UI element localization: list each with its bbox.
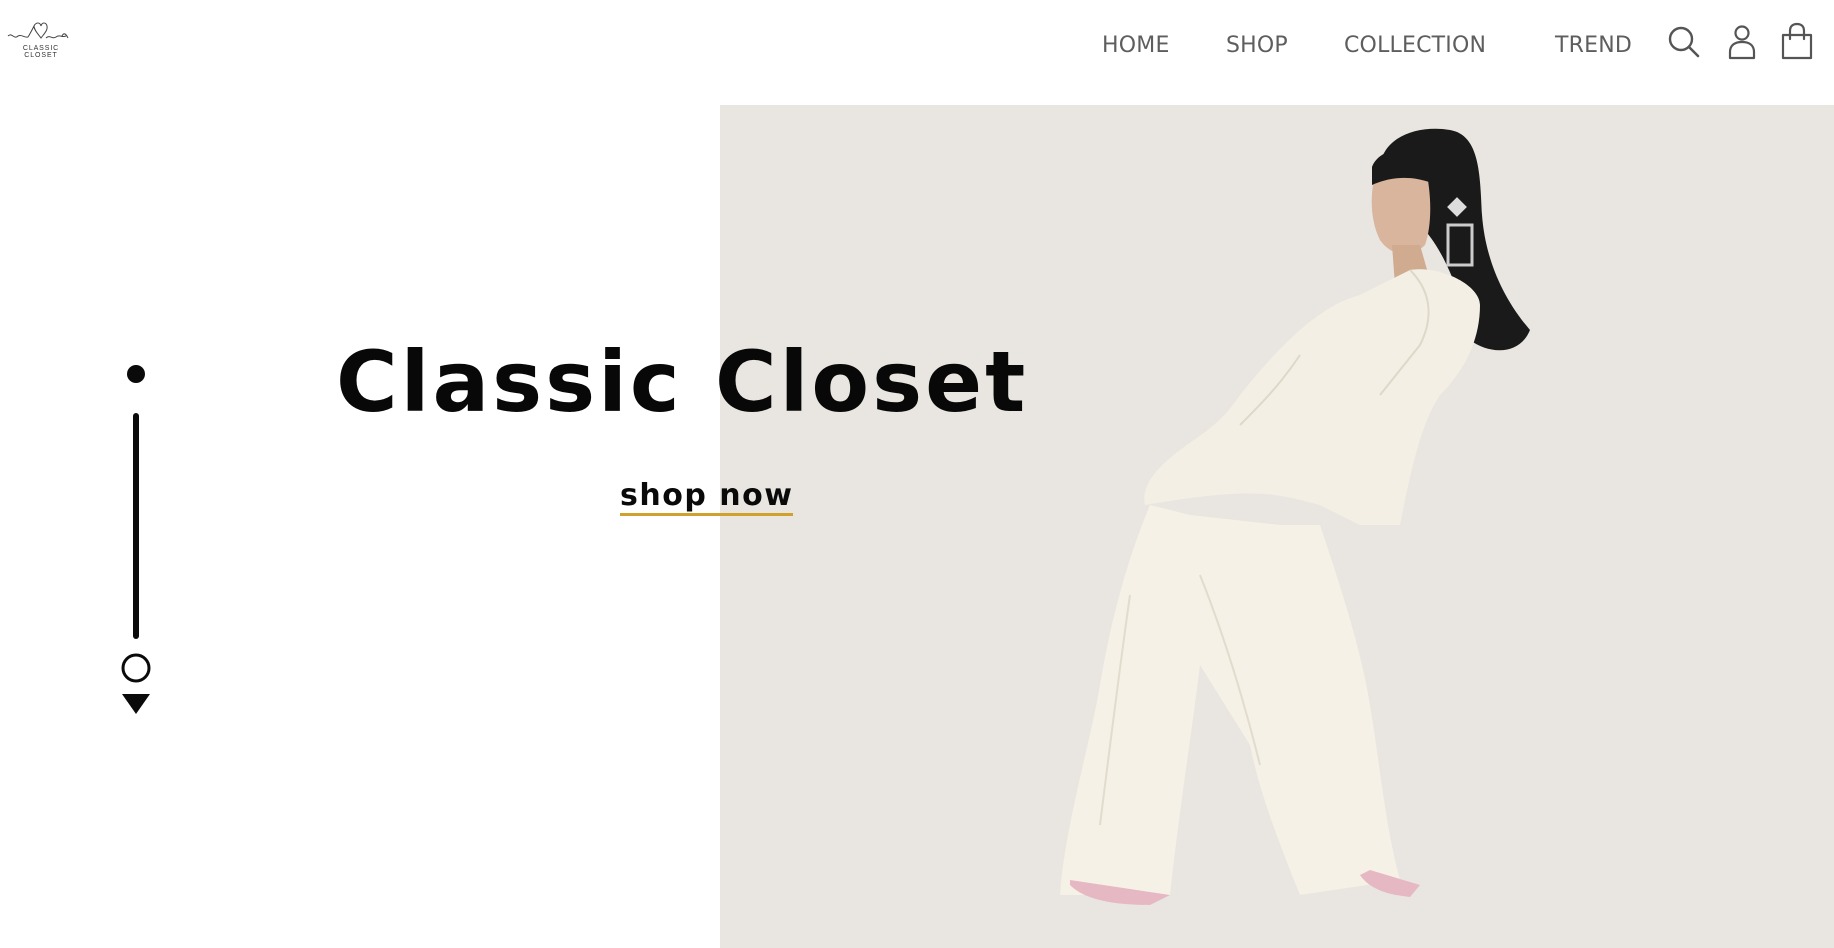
brand-logo[interactable]: CLASSIC CLOSET bbox=[6, 14, 72, 59]
hero-image-panel bbox=[720, 105, 1834, 948]
nav-shop[interactable]: SHOP bbox=[1226, 35, 1288, 57]
circle-icon bbox=[121, 653, 151, 683]
dot-icon bbox=[127, 365, 145, 383]
hero-title: Classic Closet bbox=[336, 333, 1029, 431]
shop-now-link[interactable]: shop now bbox=[620, 479, 794, 516]
nav-collection[interactable]: COLLECTION bbox=[1344, 35, 1486, 57]
shopping-bag-icon[interactable] bbox=[1778, 22, 1816, 62]
logo-text: CLASSIC CLOSET bbox=[22, 45, 60, 59]
nav-home[interactable]: HOME bbox=[1102, 35, 1170, 57]
model-image bbox=[1060, 128, 1530, 905]
search-icon[interactable] bbox=[1665, 22, 1703, 62]
scroll-indicator[interactable] bbox=[118, 360, 158, 720]
nav-trend[interactable]: TREND bbox=[1555, 35, 1632, 57]
user-icon[interactable] bbox=[1723, 22, 1761, 62]
down-arrow-icon bbox=[122, 694, 150, 714]
logo-signature-icon bbox=[7, 22, 69, 39]
